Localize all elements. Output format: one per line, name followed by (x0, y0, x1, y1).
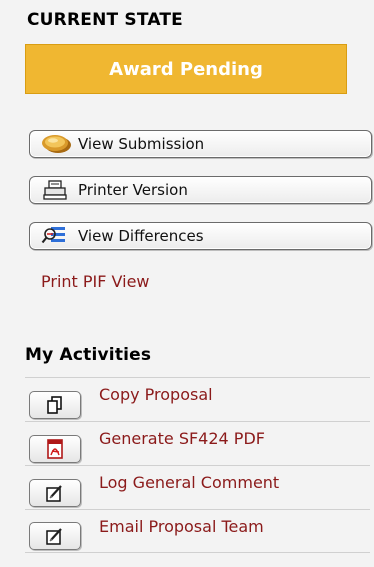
print-pif-view-link[interactable]: Print PIF View (41, 272, 150, 291)
email-proposal-team-link[interactable]: Email Proposal Team (99, 517, 264, 536)
edit-note-icon[interactable] (29, 522, 81, 550)
my-activities-heading: My Activities (25, 345, 152, 365)
copy-proposal-link[interactable]: Copy Proposal (99, 385, 213, 404)
printer-icon (38, 179, 72, 201)
activity-item-copy-proposal: Copy Proposal (25, 377, 370, 421)
printer-version-label: Printer Version (78, 181, 188, 199)
generate-sf424-pdf-link[interactable]: Generate SF424 PDF (99, 429, 265, 448)
view-submission-button[interactable]: View Submission (29, 130, 372, 158)
edit-note-icon[interactable] (29, 478, 81, 507)
activity-item-generate-pdf: Generate SF424 PDF (25, 421, 370, 465)
view-differences-label: View Differences (78, 227, 204, 245)
printer-version-button[interactable]: Printer Version (29, 176, 372, 204)
view-submission-label: View Submission (78, 135, 205, 153)
activity-item-email-team: Email Proposal Team (25, 509, 370, 553)
pdf-icon[interactable] (29, 434, 81, 463)
compare-icon (38, 225, 72, 247)
status-badge: Award Pending (25, 44, 347, 94)
view-differences-button[interactable]: View Differences (29, 222, 372, 250)
activity-item-log-comment: Log General Comment (25, 465, 370, 509)
copy-icon[interactable] (29, 390, 81, 419)
log-general-comment-link[interactable]: Log General Comment (99, 473, 279, 492)
status-text: Award Pending (109, 58, 263, 80)
current-state-heading: CURRENT STATE (27, 10, 183, 30)
coin-icon (38, 133, 72, 155)
workflow-sidebar: CURRENT STATE Award Pending View Submiss… (0, 0, 374, 567)
